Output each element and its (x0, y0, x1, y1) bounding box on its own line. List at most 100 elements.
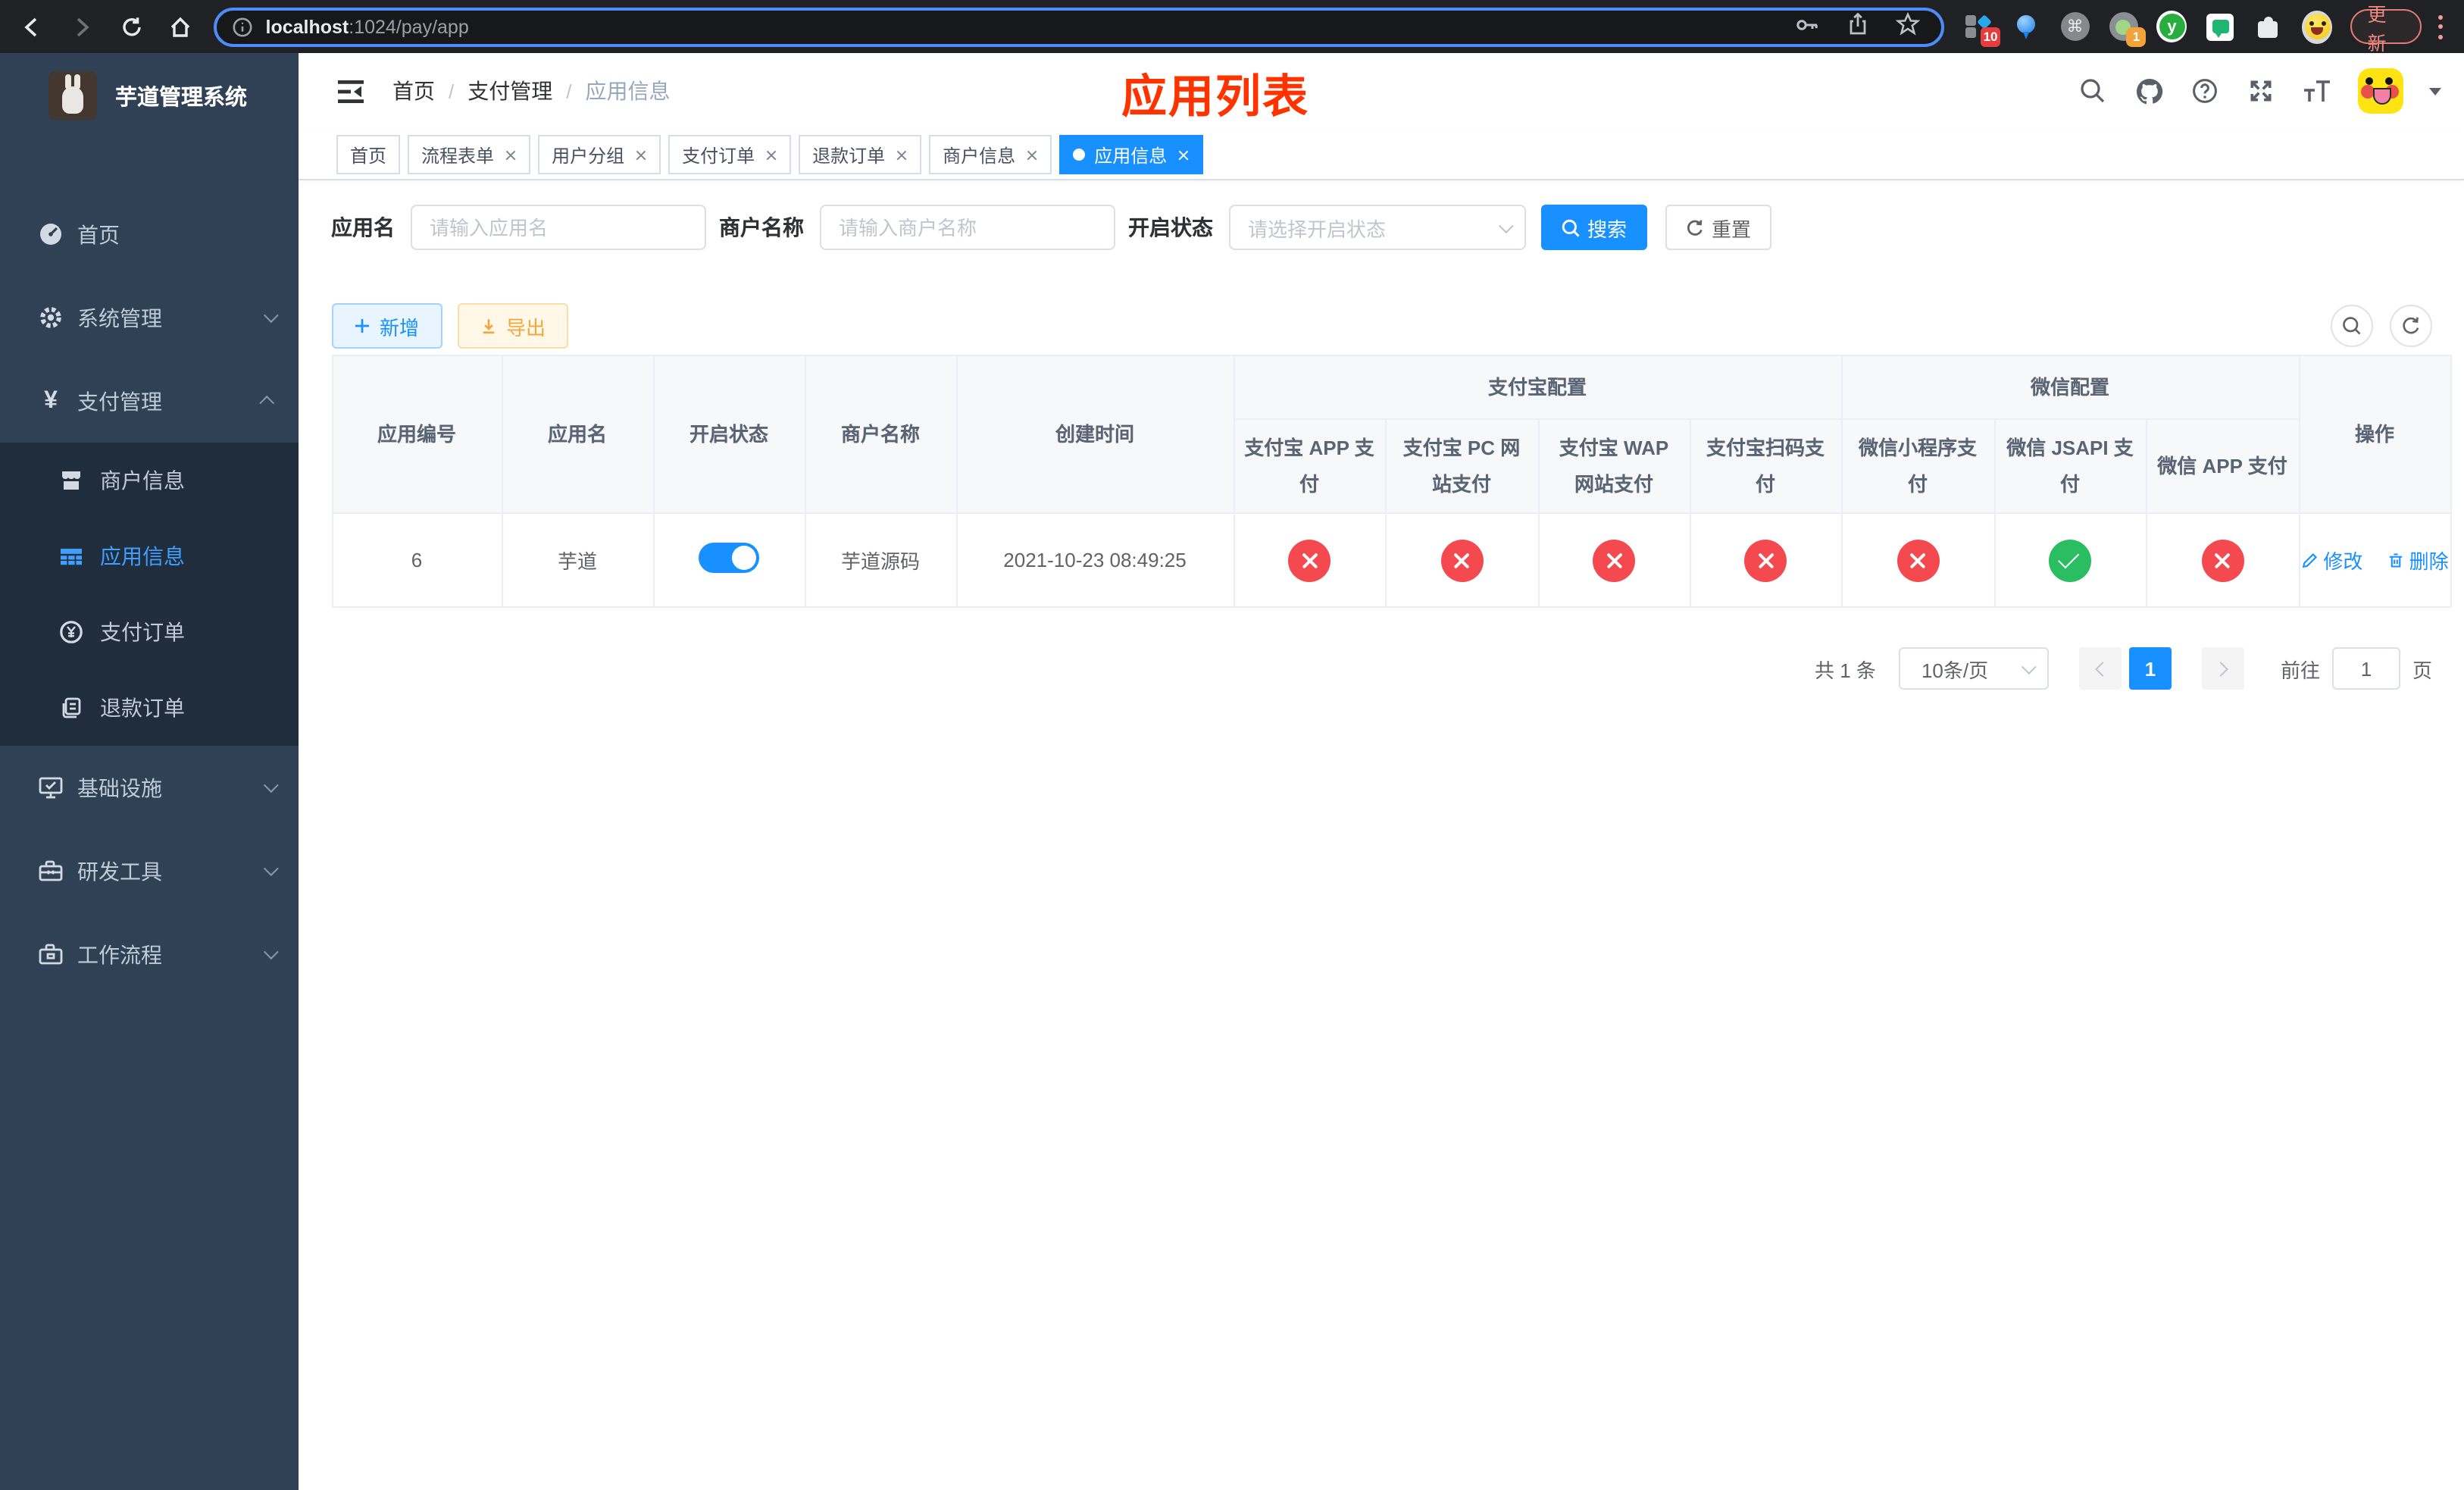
close-icon[interactable] (633, 148, 647, 161)
toolbox-icon (38, 858, 64, 884)
reload-icon[interactable] (114, 10, 148, 43)
sidebar-item-dev-tools[interactable]: 研发工具 (0, 829, 299, 912)
ext-y-icon[interactable]: y (2156, 10, 2187, 43)
user-avatar[interactable] (2358, 68, 2403, 114)
group-wechat-config: 微信配置 (1840, 355, 2300, 420)
tab-home[interactable]: 首页 (336, 135, 401, 174)
ext-chat-icon[interactable] (2206, 10, 2236, 43)
breadcrumb-separator: / (449, 80, 455, 102)
fullscreen-icon[interactable] (2246, 76, 2276, 106)
back-icon[interactable] (15, 10, 48, 43)
status-select[interactable]: 请选择开启状态 (1228, 205, 1525, 250)
close-icon[interactable] (1176, 148, 1190, 161)
home-icon[interactable] (164, 10, 198, 43)
app-logo[interactable]: 芋道管理系统 (0, 53, 299, 123)
tab-app-info[interactable]: 应用信息 (1059, 135, 1204, 174)
ext-command-icon[interactable]: ⌘ (2060, 10, 2090, 43)
enabled-switch[interactable] (699, 543, 759, 573)
tab-user-group[interactable]: 用户分组 (538, 135, 661, 174)
add-button[interactable]: 新增 (331, 303, 442, 349)
payment-submenu: 商户信息 应用信息 支付订单 退款订单 (0, 443, 299, 746)
update-button[interactable]: 更新 (2350, 4, 2422, 54)
col-alipay-app: 支付宝 APP 支付 (1233, 418, 1386, 514)
col-app-id: 应用编号 (331, 355, 502, 514)
tab-pay-orders[interactable]: 支付订单 (668, 135, 792, 174)
tab-refund-orders[interactable]: 退款订单 (799, 135, 922, 174)
close-icon[interactable] (503, 148, 517, 161)
cell-app-name: 芋道 (501, 512, 654, 608)
sidebar-menu: 首页 系统管理 ¥ 支付管理 商户信息 应用信息 支付订单 退款订单 基础设施 … (0, 193, 299, 996)
chevron-down-icon (263, 778, 279, 794)
delete-link[interactable]: 删除 (2387, 546, 2449, 574)
sidebar-item-pay-orders[interactable]: 支付订单 (0, 594, 299, 670)
yen-icon: ¥ (44, 387, 58, 413)
github-icon[interactable] (2134, 76, 2164, 106)
page-unit-label: 页 (2412, 659, 2432, 681)
help-icon[interactable] (2190, 76, 2220, 106)
tab-merchant-info[interactable]: 商户信息 (929, 135, 1052, 174)
bookmark-star-icon[interactable] (1896, 11, 1921, 41)
page-size-select[interactable]: 10条/页 (1898, 647, 2049, 690)
sidebar-item-infrastructure[interactable]: 基础设施 (0, 746, 299, 829)
grid-icon (58, 543, 83, 569)
ext-record-icon[interactable]: 1 (2109, 10, 2147, 46)
browser-profile-avatar[interactable] (2302, 10, 2333, 43)
sidebar: 芋道管理系统 首页 系统管理 ¥ 支付管理 商户信息 应用信息 支付订单 退款订… (0, 53, 299, 1490)
app-title: 芋道管理系统 (115, 86, 247, 110)
main-area: 首页 / 支付管理 / 应用信息 首页 流程表单 用户分组 支付订单 退款订单 … (299, 53, 2464, 1490)
goto-label: 前往 (2280, 659, 2320, 681)
sidebar-item-payment[interactable]: ¥ 支付管理 (0, 359, 299, 443)
page-number-button[interactable]: 1 (2128, 647, 2172, 690)
next-page-button[interactable] (2201, 647, 2244, 690)
ext-badge: 10 (1980, 27, 2001, 46)
table-toolbar: 新增 导出 (331, 303, 2432, 349)
breadcrumb-home[interactable]: 首页 (392, 76, 435, 106)
sidebar-item-workflow[interactable]: 工作流程 (0, 912, 299, 996)
yen-circle-icon (58, 619, 83, 645)
tab-process-form[interactable]: 流程表单 (408, 135, 531, 174)
col-wechat-jsapi: 微信 JSAPI 支付 (1993, 418, 2147, 514)
chevron-down-icon (263, 944, 279, 960)
sidebar-item-app-info[interactable]: 应用信息 (0, 518, 299, 594)
address-bar[interactable]: localhost:1024/pay/app (214, 7, 1945, 46)
close-icon[interactable] (1024, 148, 1038, 161)
ext-grid-icon[interactable]: 10 (1963, 10, 2001, 46)
share-icon[interactable] (1846, 12, 1871, 41)
prev-page-button[interactable] (2078, 647, 2122, 690)
font-size-icon[interactable] (2302, 76, 2332, 106)
sidebar-collapse-icon[interactable] (336, 78, 365, 104)
site-info-icon[interactable] (233, 16, 254, 37)
app-name-input[interactable] (410, 205, 705, 250)
merchant-name-input[interactable] (819, 205, 1115, 250)
col-create-time: 创建时间 (955, 355, 1234, 514)
refresh-button[interactable] (2390, 305, 2432, 347)
password-key-icon[interactable] (1795, 11, 1821, 42)
avatar-caret-icon[interactable] (2429, 87, 2441, 95)
edit-link[interactable]: 修改 (2300, 546, 2362, 574)
sidebar-item-merchant-info[interactable]: 商户信息 (0, 443, 299, 518)
chevron-down-icon (2021, 659, 2037, 675)
search-icon[interactable] (2078, 76, 2108, 106)
group-alipay-config: 支付宝配置 (1232, 355, 1843, 420)
browser-menu-icon[interactable] (2437, 14, 2443, 39)
forward-icon[interactable] (65, 10, 98, 43)
annotation-overlay: 应用列表 (1121, 73, 1309, 123)
status-badge (1440, 539, 1483, 581)
close-icon[interactable] (764, 148, 777, 161)
sidebar-item-system[interactable]: 系统管理 (0, 276, 299, 359)
close-icon[interactable] (894, 148, 908, 161)
search-button[interactable]: 搜索 (1540, 205, 1647, 250)
breadcrumb-payment[interactable]: 支付管理 (467, 76, 552, 106)
export-button[interactable]: 导出 (457, 303, 568, 349)
sidebar-item-refund-orders[interactable]: 退款订单 (0, 670, 299, 746)
col-alipay-pc: 支付宝 PC 网站支付 (1384, 418, 1539, 514)
app-name-label: 应用名 (331, 215, 395, 239)
goto-page-input[interactable] (2331, 647, 2400, 690)
merchant-name-label: 商户名称 (719, 215, 804, 239)
hide-search-button[interactable] (2331, 305, 2373, 347)
reset-button[interactable]: 重置 (1665, 205, 1771, 250)
sidebar-item-home[interactable]: 首页 (0, 193, 299, 276)
ext-pin-icon[interactable] (2012, 10, 2042, 43)
cell-app-id: 6 (331, 512, 502, 608)
ext-puzzle-icon[interactable] (2254, 10, 2284, 43)
